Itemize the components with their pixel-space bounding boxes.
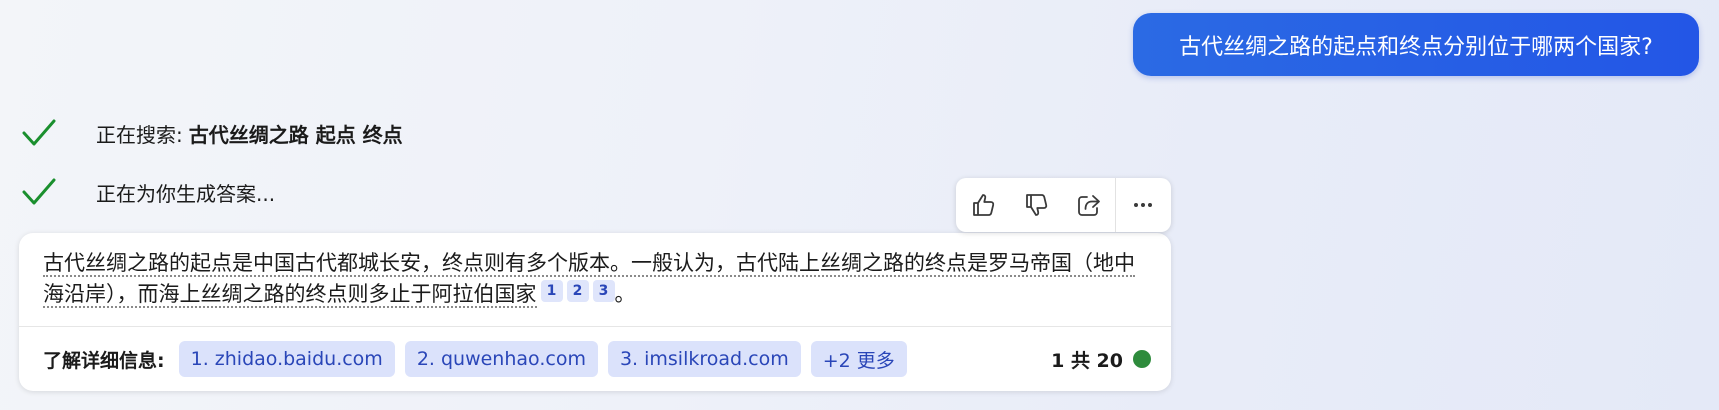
more-references-button[interactable]: +2 更多 <box>810 341 907 377</box>
user-message-bubble: 古代丝绸之路的起点和终点分别位于哪两个国家? <box>1133 13 1699 76</box>
response-counter-text: 1 共 20 <box>1051 349 1123 372</box>
status-dot <box>1133 350 1151 368</box>
more-icon <box>1133 203 1152 207</box>
thumbs-down-icon <box>1025 194 1047 216</box>
share-icon <box>1077 195 1100 216</box>
checkmark-icon <box>22 119 56 146</box>
answer-body: 古代丝绸之路的起点是中国古代都城长安，终点则有多个版本。一般认为，古代陆上丝绸之… <box>43 251 1135 308</box>
search-status-label: 正在搜索: <box>96 122 183 147</box>
generate-status: 正在为你生成答案... <box>22 177 275 207</box>
share-button[interactable] <box>1062 178 1115 232</box>
search-status: 正在搜索: 古代丝绸之路 起点 终点 <box>22 118 403 148</box>
references-label: 了解详细信息: <box>43 349 165 372</box>
answer-end: 。 <box>614 282 636 306</box>
checkmark-icon <box>22 178 56 205</box>
references-row: 了解详细信息: 1. zhidao.baidu.com 2. quwenhao.… <box>43 341 1151 377</box>
reference-link-3[interactable]: 3. imsilkroad.com <box>607 341 801 377</box>
thumbs-down-button[interactable] <box>1009 178 1062 232</box>
search-query: 古代丝绸之路 起点 终点 <box>188 122 403 147</box>
thumbs-up-button[interactable] <box>956 178 1009 232</box>
more-options-button[interactable] <box>1116 178 1169 232</box>
thumbs-up-icon <box>972 194 994 216</box>
response-action-bar <box>956 178 1171 232</box>
citation-1[interactable]: 1 <box>540 280 563 302</box>
answer-card: 古代丝绸之路的起点是中国古代都城长安，终点则有多个版本。一般认为，古代陆上丝绸之… <box>19 233 1171 391</box>
citation-3[interactable]: 3 <box>592 280 615 302</box>
reference-link-1[interactable]: 1. zhidao.baidu.com <box>178 341 395 377</box>
card-divider <box>19 326 1171 327</box>
reference-link-2[interactable]: 2. quwenhao.com <box>404 341 598 377</box>
user-message-text: 古代丝绸之路的起点和终点分别位于哪两个国家? <box>1179 34 1653 60</box>
response-counter: 1 共 20 <box>1051 346 1151 373</box>
answer-text: 古代丝绸之路的起点是中国古代都城长安，终点则有多个版本。一般认为，古代陆上丝绸之… <box>43 248 1153 310</box>
citation-2[interactable]: 2 <box>566 280 589 302</box>
generate-status-label: 正在为你生成答案... <box>96 181 276 206</box>
